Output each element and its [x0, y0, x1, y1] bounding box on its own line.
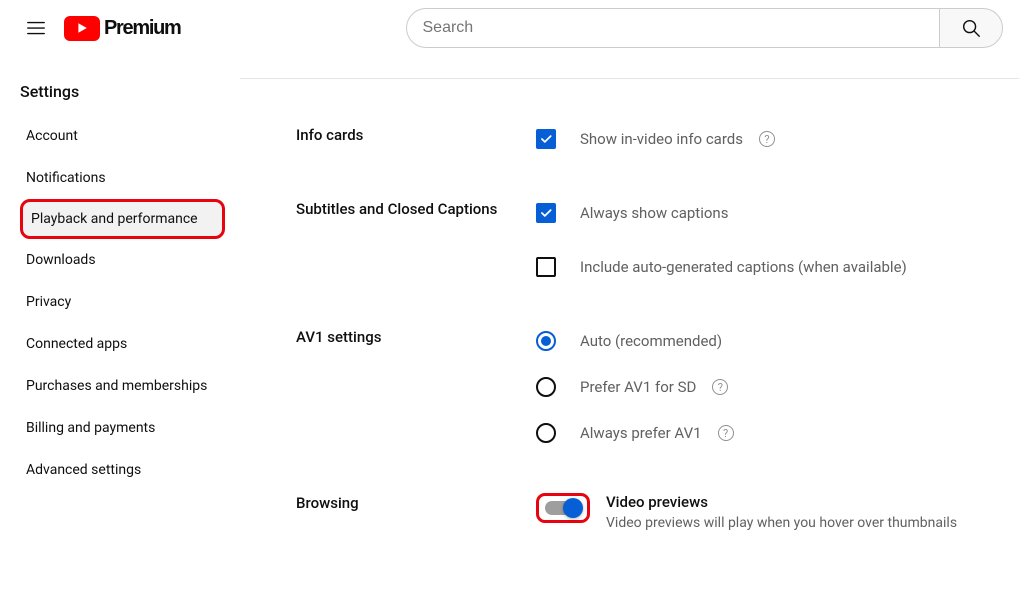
sidebar-item-notifications[interactable]: Notifications — [20, 157, 225, 199]
info-cards-label: Show in-video info cards — [580, 130, 743, 148]
help-icon[interactable]: ? — [718, 425, 734, 441]
sidebar-item-purchases[interactable]: Purchases and memberships — [20, 365, 225, 407]
radio-av1-auto[interactable] — [536, 331, 556, 351]
checkbox-auto-captions[interactable] — [536, 257, 556, 277]
search-bar — [406, 8, 1004, 48]
section-title-av1: AV1 settings — [296, 327, 536, 457]
youtube-play-icon — [64, 16, 100, 41]
video-previews-title: Video previews — [606, 493, 957, 511]
radio-av1-always[interactable] — [536, 423, 556, 443]
main-content: Info cards Show in-video info cards ? Su… — [240, 78, 1019, 531]
top-header: Premium — [0, 0, 1019, 56]
search-button[interactable] — [939, 8, 1003, 48]
video-previews-toggle-highlight — [536, 493, 590, 523]
av1-auto-label: Auto (recommended) — [580, 332, 722, 350]
radio-av1-sd[interactable] — [536, 377, 556, 397]
section-captions: Subtitles and Closed Captions Always sho… — [296, 199, 1019, 291]
always-captions-label: Always show captions — [580, 204, 728, 222]
section-title-captions: Subtitles and Closed Captions — [296, 199, 536, 291]
sidebar-item-connected-apps[interactable]: Connected apps — [20, 323, 225, 365]
sidebar-item-playback[interactable]: Playback and performance — [20, 199, 225, 239]
auto-captions-label: Include auto-generated captions (when av… — [580, 258, 907, 276]
brand-text: Premium — [104, 17, 181, 40]
check-icon — [539, 132, 553, 146]
search-input[interactable] — [406, 8, 940, 48]
section-browsing: Browsing Video previews Video previews w… — [296, 493, 1019, 531]
section-info-cards: Info cards Show in-video info cards ? — [296, 125, 1019, 163]
youtube-logo[interactable]: Premium — [64, 16, 181, 41]
section-title-browsing: Browsing — [296, 493, 536, 531]
help-icon[interactable]: ? — [712, 379, 728, 395]
av1-always-label: Always prefer AV1 — [580, 424, 702, 442]
settings-sidebar: Settings Account Notifications Playback … — [0, 56, 240, 531]
sidebar-item-privacy[interactable]: Privacy — [20, 281, 225, 323]
search-icon — [960, 17, 982, 39]
sidebar-item-billing[interactable]: Billing and payments — [20, 407, 225, 449]
toggle-knob — [563, 498, 583, 518]
menu-button[interactable] — [16, 8, 56, 48]
sidebar-title: Settings — [20, 64, 240, 115]
section-av1: AV1 settings Auto (recommended) Prefer A… — [296, 327, 1019, 457]
video-previews-toggle[interactable] — [545, 501, 581, 515]
hamburger-icon — [25, 17, 47, 39]
section-title-info-cards: Info cards — [296, 125, 536, 163]
checkbox-info-cards[interactable] — [536, 129, 556, 149]
check-icon — [539, 206, 553, 220]
sidebar-item-account[interactable]: Account — [20, 115, 225, 157]
sidebar-item-advanced[interactable]: Advanced settings — [20, 449, 225, 491]
av1-sd-label: Prefer AV1 for SD — [580, 378, 696, 396]
sidebar-list: Account Notifications Playback and perfo… — [20, 115, 240, 491]
video-previews-desc: Video previews will play when you hover … — [606, 515, 957, 531]
sidebar-item-downloads[interactable]: Downloads — [20, 239, 225, 281]
checkbox-always-captions[interactable] — [536, 203, 556, 223]
help-icon[interactable]: ? — [759, 131, 775, 147]
